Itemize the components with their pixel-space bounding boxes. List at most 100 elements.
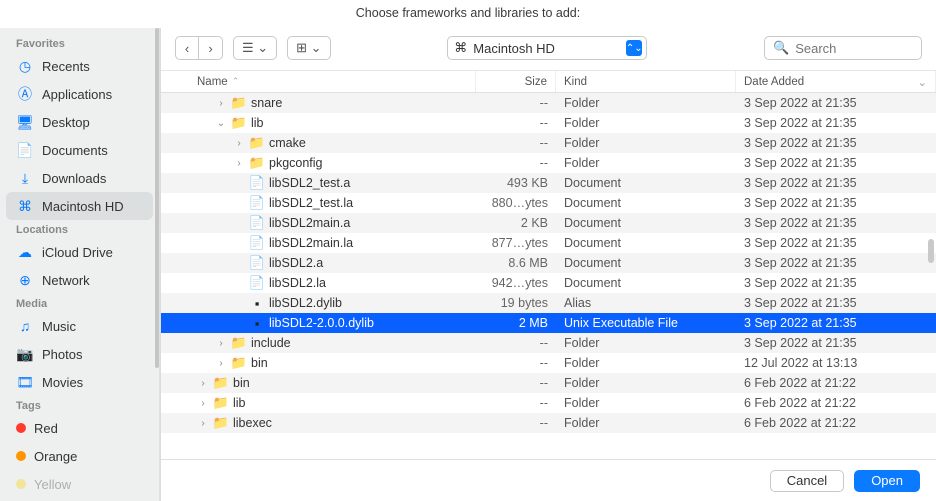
table-row[interactable]: 📄libSDL2_test.a493 KBDocument3 Sep 2022 … <box>161 173 936 193</box>
sidebar-item[interactable]: ♫Music <box>0 312 159 340</box>
table-row[interactable]: 📄libSDL2.la942…ytesDocument3 Sep 2022 at… <box>161 273 936 293</box>
file-icon: 📄 <box>249 175 265 191</box>
disclosure-triangle-icon[interactable]: › <box>215 358 227 369</box>
table-row[interactable]: ▪libSDL2.dylib19 bytesAlias3 Sep 2022 at… <box>161 293 936 313</box>
table-row[interactable]: 📄libSDL2main.a2 KBDocument3 Sep 2022 at … <box>161 213 936 233</box>
file-kind: Document <box>556 236 736 250</box>
table-row[interactable]: 📄libSDL2.a8.6 MBDocument3 Sep 2022 at 21… <box>161 253 936 273</box>
sidebar-item[interactable]: ⌘ Macintosh HD <box>6 192 153 220</box>
folder-icon: 📁 <box>231 355 247 371</box>
disclosure-triangle-icon[interactable]: › <box>233 158 245 169</box>
location-label: Macintosh HD <box>473 41 555 56</box>
folder-icon: 📁 <box>213 375 229 391</box>
table-row[interactable]: ›📁bin--Folder6 Feb 2022 at 21:22 <box>161 373 936 393</box>
disclosure-triangle-icon[interactable]: › <box>215 98 227 109</box>
sidebar-item[interactable]: ☁iCloud Drive <box>0 238 159 266</box>
table-row[interactable]: ▪libSDL2-2.0.0.dylib2 MBUnix Executable … <box>161 313 936 333</box>
sidebar-item[interactable]: Red <box>0 414 159 442</box>
cancel-button[interactable]: Cancel <box>770 470 844 492</box>
folder-icon: 📁 <box>249 135 265 151</box>
table-row[interactable]: ›📁include--Folder3 Sep 2022 at 21:35 <box>161 333 936 353</box>
file-name-label: snare <box>251 96 282 110</box>
disclosure-triangle-icon[interactable]: › <box>233 138 245 149</box>
file-name-label: lib <box>233 396 246 410</box>
chevron-updown-icon: ⌃⌄ <box>626 40 642 56</box>
table-row[interactable]: ›📁libexec--Folder6 Feb 2022 at 21:22 <box>161 413 936 433</box>
scrollbar-thumb[interactable] <box>928 239 934 263</box>
folder-icon: 📁 <box>249 155 265 171</box>
sidebar-item-label: Orange <box>34 449 77 464</box>
tag-dot-icon <box>16 423 26 433</box>
location-popup[interactable]: ⌘ Macintosh HD ⌃⌄ <box>447 36 647 60</box>
search-field[interactable]: 🔍 <box>764 36 922 60</box>
table-row[interactable]: ⌄📁lib--Folder3 Sep 2022 at 21:35 <box>161 113 936 133</box>
disclosure-triangle-icon[interactable]: ⌄ <box>215 118 227 129</box>
sidebar-item[interactable]: Yellow <box>0 470 159 498</box>
table-row[interactable]: ›📁cmake--Folder3 Sep 2022 at 21:35 <box>161 133 936 153</box>
table-row[interactable]: 📄libSDL2_test.la880…ytesDocument3 Sep 20… <box>161 193 936 213</box>
sidebar-item[interactable]: ◷Recents <box>0 52 159 80</box>
open-button[interactable]: Open <box>854 470 920 492</box>
folder-icon: 📁 <box>231 115 247 131</box>
hdd-icon: ⌘ <box>16 198 34 215</box>
sidebar-item-label: Music <box>42 319 76 334</box>
file-icon: 📄 <box>249 255 265 271</box>
file-date: 3 Sep 2022 at 21:35 <box>736 96 936 110</box>
disclosure-triangle-icon[interactable]: › <box>197 378 209 389</box>
folder-icon: 📁 <box>213 415 229 431</box>
desktop-icon: 🖥 <box>16 114 34 131</box>
file-name-label: libSDL2_test.a <box>269 176 350 190</box>
file-name-label: lib <box>251 116 264 130</box>
sidebar-item-label: Downloads <box>42 171 106 186</box>
file-kind: Folder <box>556 396 736 410</box>
file-size: -- <box>476 156 556 170</box>
sidebar-item[interactable]: 🎞Movies <box>0 368 159 396</box>
column-size[interactable]: Size <box>476 71 556 92</box>
file-date: 3 Sep 2022 at 21:35 <box>736 176 936 190</box>
file-icon: 📄 <box>249 275 265 291</box>
file-date: 6 Feb 2022 at 21:22 <box>736 396 936 410</box>
file-date: 3 Sep 2022 at 21:35 <box>736 136 936 150</box>
table-row[interactable]: ›📁snare--Folder3 Sep 2022 at 21:35 <box>161 93 936 113</box>
sidebar-item-label: Macintosh HD <box>42 199 124 214</box>
sidebar-item-label: Applications <box>42 87 112 102</box>
disclosure-triangle-icon[interactable]: › <box>197 418 209 429</box>
file-size: -- <box>476 376 556 390</box>
file-date: 3 Sep 2022 at 21:35 <box>736 296 936 310</box>
sidebar-heading: Tags <box>0 396 159 414</box>
disclosure-triangle-icon[interactable]: › <box>215 338 227 349</box>
sidebar-item[interactable]: ⒶApplications <box>0 80 159 108</box>
file-size: 880…ytes <box>476 196 556 210</box>
file-icon: 📄 <box>249 235 265 251</box>
file-name-label: include <box>251 336 291 350</box>
search-input[interactable] <box>795 41 913 56</box>
sidebar-heading: Locations <box>0 220 159 238</box>
nav-back-button[interactable]: ‹ <box>175 36 199 60</box>
sidebar-item[interactable]: 📷Photos <box>0 340 159 368</box>
sidebar-item[interactable]: Orange <box>0 442 159 470</box>
file-date: 3 Sep 2022 at 21:35 <box>736 256 936 270</box>
file-date: 6 Feb 2022 at 21:22 <box>736 376 936 390</box>
column-kind[interactable]: Kind <box>556 71 736 92</box>
table-row[interactable]: ›📁pkgconfig--Folder3 Sep 2022 at 21:35 <box>161 153 936 173</box>
file-icon: 📄 <box>249 215 265 231</box>
table-row[interactable]: ›📁bin--Folder12 Jul 2022 at 13:13 <box>161 353 936 373</box>
nav-forward-button[interactable]: › <box>199 36 223 60</box>
sidebar-item-label: iCloud Drive <box>42 245 113 260</box>
table-row[interactable]: 📄libSDL2main.la877…ytesDocument3 Sep 202… <box>161 233 936 253</box>
view-grid-button[interactable]: ⊞ ⌄ <box>287 36 330 60</box>
sidebar-item-label: Recents <box>42 59 90 74</box>
exec-icon: ▪ <box>249 295 265 311</box>
sidebar-item[interactable]: 🖥Desktop <box>0 108 159 136</box>
column-date[interactable]: Date Added⌄ <box>736 71 936 92</box>
sidebar-item[interactable]: ⤓Downloads <box>0 164 159 192</box>
column-name[interactable]: Name⌃ <box>161 71 476 92</box>
hdd-icon: ⌘ <box>454 40 467 56</box>
view-list-button[interactable]: ☰ ⌄ <box>233 36 277 60</box>
table-row[interactable]: ›📁lib--Folder6 Feb 2022 at 21:22 <box>161 393 936 413</box>
sidebar-item[interactable]: ⊕Network <box>0 266 159 294</box>
disclosure-triangle-icon[interactable]: › <box>197 398 209 409</box>
file-list[interactable]: Name⌃ Size Kind Date Added⌄ ›📁snare--Fol… <box>161 71 936 459</box>
sidebar-item[interactable]: 📄Documents <box>0 136 159 164</box>
movies-icon: 🎞 <box>16 374 34 391</box>
